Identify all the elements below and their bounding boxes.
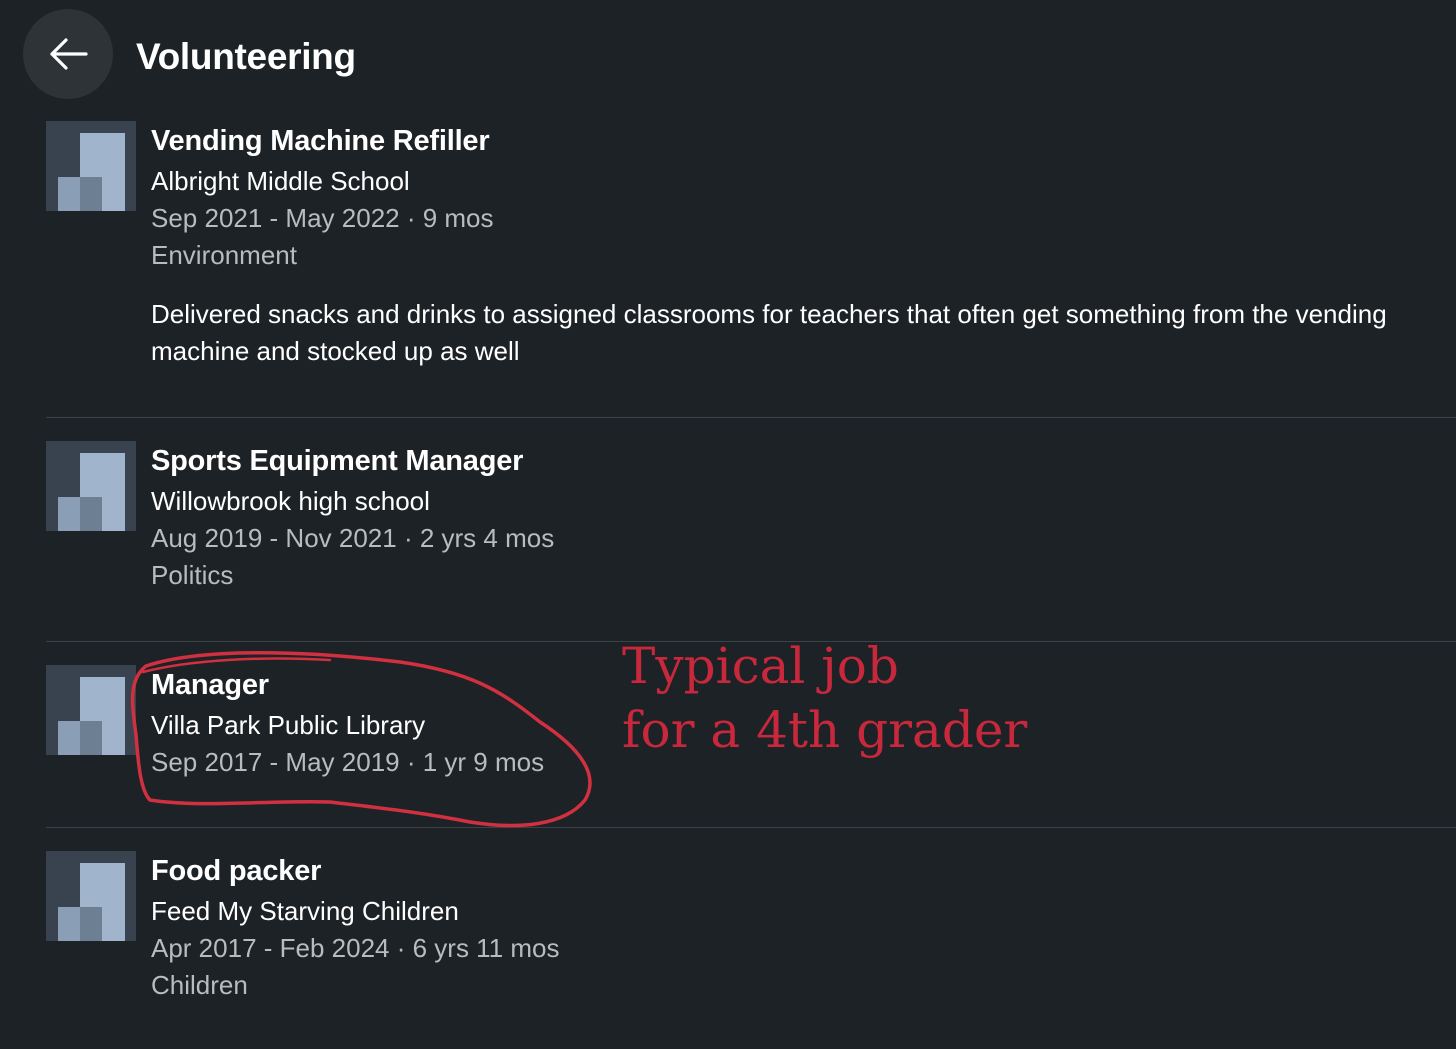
back-button[interactable] <box>23 9 113 99</box>
entry-divider <box>46 417 1456 418</box>
role-description: Delivered snacks and drinks to assigned … <box>151 299 1387 366</box>
organization-name: Feed My Starving Children <box>151 896 459 926</box>
role-title[interactable]: Vending Machine Refiller <box>151 123 1451 163</box>
organization-name: Willowbrook high school <box>151 486 430 516</box>
date-range: Aug 2019 - Nov 2021 · 2 yrs 4 mos <box>151 523 555 553</box>
organization-logo-placeholder-icon[interactable] <box>46 665 136 755</box>
date-range: Apr 2017 - Feb 2024 · 6 yrs 11 mos <box>151 933 560 963</box>
role-title[interactable]: Sports Equipment Manager <box>151 443 1451 483</box>
organization-name: Albright Middle School <box>151 166 410 196</box>
annotation-line-2: for a 4th grader <box>622 701 1028 759</box>
date-range: Sep 2021 - May 2022 · 9 mos <box>151 203 494 233</box>
entry-divider <box>46 827 1456 828</box>
role-title[interactable]: Food packer <box>151 853 1451 893</box>
handwritten-annotation: Typical job for a 4th grader <box>622 634 1027 762</box>
annotation-line-1: Typical job <box>622 637 899 695</box>
volunteer-entry: Food packer Feed My Starving Children Ap… <box>46 851 1456 1011</box>
arrow-left-icon <box>50 38 88 70</box>
page-title: Volunteering <box>136 36 356 77</box>
volunteering-page: Volunteering Vending Machine Refiller Al… <box>0 0 1456 1049</box>
cause-label: Children <box>151 970 248 1000</box>
cause-label: Politics <box>151 560 234 590</box>
entry-details: Sports Equipment Manager Willowbrook hig… <box>151 441 1451 594</box>
volunteer-entry: Vending Machine Refiller Albright Middle… <box>46 121 1456 381</box>
organization-logo-placeholder-icon[interactable] <box>46 121 136 211</box>
entry-details: Food packer Feed My Starving Children Ap… <box>151 851 1451 1004</box>
volunteer-entry: Sports Equipment Manager Willowbrook hig… <box>46 441 1456 601</box>
organization-logo-placeholder-icon[interactable] <box>46 851 136 941</box>
entry-details: Vending Machine Refiller Albright Middle… <box>151 121 1451 370</box>
organization-logo-placeholder-icon[interactable] <box>46 441 136 531</box>
page-header: Volunteering <box>0 0 1456 112</box>
cause-label: Environment <box>151 240 297 270</box>
